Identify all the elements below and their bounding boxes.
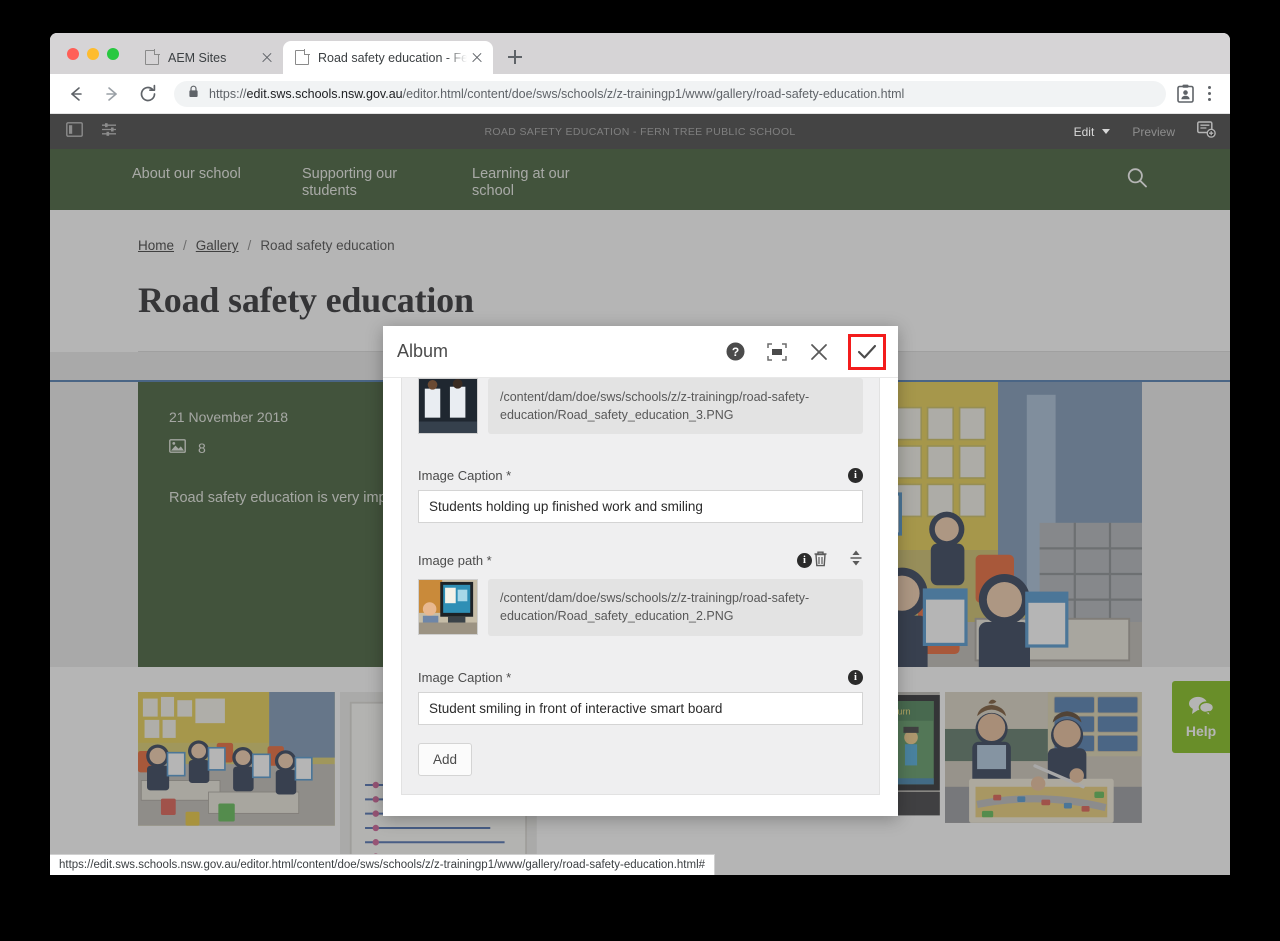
field-label: Image Caption * [418, 669, 512, 685]
album-multifield: /content/dam/doe/sws/schools/z/z-trainin… [401, 378, 880, 795]
lock-icon [188, 85, 199, 103]
album-item-caption-1: Image Caption * i Students holding up fi… [418, 468, 863, 524]
image-caption-input[interactable]: Students holding up finished work and sm… [418, 490, 863, 524]
edit-mode-selector[interactable]: Edit [1074, 125, 1111, 139]
kebab-menu-icon[interactable] [1198, 81, 1220, 107]
image-thumbnail[interactable] [418, 378, 478, 434]
chevron-down-icon [1102, 129, 1111, 134]
dialog-body[interactable]: /content/dam/doe/sws/schools/z/z-trainin… [383, 378, 898, 816]
profile-icon[interactable] [1172, 81, 1198, 107]
album-item-caption-2: Image Caption * i Student smiling in fro… [418, 669, 863, 725]
status-bar-url: https://edit.sws.schools.nsw.gov.au/edit… [50, 854, 716, 875]
add-button[interactable]: Add [418, 742, 473, 776]
dialog-title: Album [397, 341, 449, 361]
maximize-window-button[interactable] [107, 47, 119, 60]
field-label: Image Caption * [418, 468, 512, 484]
page-viewport: ROAD SAFETY EDUCATION - FERN TREE PUBLIC… [50, 114, 1230, 875]
confirm-button-highlight [848, 333, 886, 370]
tab-title: AEM Sites [168, 50, 227, 65]
trash-icon[interactable] [813, 550, 828, 572]
new-tab-button[interactable] [501, 43, 529, 71]
page-icon [145, 49, 160, 65]
dialog-actions: ? [720, 333, 886, 370]
browser-window: AEM Sites Road safety education - Fern T [50, 33, 1230, 875]
album-dialog: Album ? /content/dam/doe/sws/schools/z/z… [383, 326, 898, 816]
close-icon[interactable] [259, 50, 275, 66]
window-controls [50, 33, 133, 74]
browser-tab-aem-sites[interactable]: AEM Sites [133, 41, 283, 74]
info-icon[interactable]: i [848, 468, 863, 484]
info-icon[interactable]: i [848, 669, 863, 685]
image-path-value: /content/dam/doe/sws/schools/z/z-trainin… [488, 579, 863, 636]
fullscreen-icon[interactable] [762, 337, 792, 367]
address-bar[interactable]: https://edit.sws.schools.nsw.gov.au/edit… [174, 80, 1166, 107]
edit-mode-label: Edit [1073, 124, 1095, 139]
image-thumbnail[interactable] [418, 579, 478, 636]
forward-button[interactable] [98, 80, 126, 108]
dialog-header: Album ? [383, 326, 898, 378]
album-item-clipped: /content/dam/doe/sws/schools/z/z-trainin… [418, 378, 863, 436]
info-icon[interactable]: i [797, 553, 812, 569]
close-icon[interactable] [469, 50, 485, 66]
image-caption-input[interactable]: Student smiling in front of interactive … [418, 691, 863, 725]
tab-strip: AEM Sites Road safety education - Fern T [50, 33, 1230, 74]
svg-text:?: ? [731, 345, 738, 359]
reload-button[interactable] [134, 80, 162, 108]
annotate-icon[interactable] [1197, 120, 1216, 143]
browser-toolbar: https://edit.sws.schools.nsw.gov.au/edit… [50, 74, 1230, 114]
close-icon[interactable] [804, 337, 834, 367]
browser-tab-road-safety-education[interactable]: Road safety education - Fern T [283, 41, 493, 74]
help-icon[interactable]: ? [720, 337, 750, 367]
preview-button[interactable]: Preview [1132, 125, 1175, 139]
close-window-button[interactable] [67, 47, 79, 60]
check-icon[interactable] [852, 337, 882, 367]
tab-title: Road safety education - Fern T [318, 50, 467, 65]
drag-handle-icon[interactable] [849, 549, 863, 572]
back-button[interactable] [62, 80, 90, 108]
minimize-window-button[interactable] [87, 47, 99, 60]
page-icon [295, 49, 310, 65]
url-text: https://edit.sws.schools.nsw.gov.au/edit… [209, 86, 905, 101]
image-path-value: /content/dam/doe/sws/schools/z/z-trainin… [488, 378, 863, 435]
album-item-path-2: Image path * i /content/dam/doe/sws/scho… [418, 549, 863, 637]
field-label: Image path * [418, 553, 492, 569]
